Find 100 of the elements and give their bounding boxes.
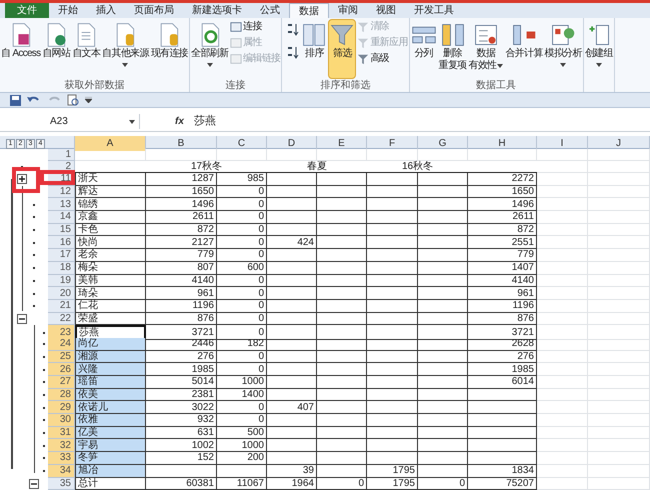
table-cell: 2446	[146, 338, 217, 351]
ribbon-button[interactable]: 自 Access	[0, 19, 42, 79]
table-cell	[468, 439, 537, 452]
expand-button[interactable]	[17, 174, 27, 184]
ribbon-button[interactable]: 模拟分析	[544, 19, 583, 79]
row-header[interactable]: 15	[48, 224, 75, 236]
table-cell	[537, 439, 588, 452]
name-box[interactable]: A23	[0, 114, 140, 129]
row-header[interactable]: 30	[48, 414, 75, 427]
column-header[interactable]: C	[217, 136, 267, 151]
row-header[interactable]: 31	[48, 426, 75, 440]
row-header[interactable]: 16	[48, 236, 75, 250]
table-cell	[367, 300, 418, 313]
table-cell: 2611	[468, 211, 537, 224]
row-header[interactable]: 28	[48, 388, 75, 402]
ribbon-button[interactable]: 连接	[229, 19, 282, 34]
row-header[interactable]: 25	[48, 350, 75, 364]
table-cell	[267, 249, 317, 262]
customize-caret-icon[interactable]	[85, 97, 92, 103]
column-header[interactable]: F	[367, 136, 418, 151]
ribbon-button[interactable]: 数据 有效性	[467, 19, 504, 79]
ribbon-button[interactable]: 筛选	[328, 19, 356, 79]
ribbon-button[interactable]: 排序	[300, 19, 328, 79]
row-header[interactable]: 32	[48, 439, 75, 452]
ribbon-tab[interactable]: 审阅	[329, 3, 367, 18]
ribbon-button[interactable]: 分列	[410, 19, 438, 79]
table-cell	[588, 236, 650, 250]
column-header[interactable]: B	[146, 136, 217, 151]
ribbon-tab[interactable]: 视图	[367, 3, 405, 18]
table-cell	[588, 224, 650, 236]
ribbon-button[interactable]: 自其他来源	[101, 19, 150, 79]
save-icon[interactable]	[10, 94, 21, 106]
table-cell	[367, 401, 418, 414]
row-header[interactable]: 35	[48, 478, 75, 490]
table-cell: 梅朵	[75, 262, 146, 274]
collapse-button[interactable]	[17, 314, 27, 324]
row-header[interactable]: 27	[48, 376, 75, 389]
table-cell: 1650	[146, 186, 217, 198]
ribbon-tab[interactable]: 页面布局	[125, 3, 183, 18]
column-header[interactable]: D	[267, 136, 317, 151]
table-cell: 依雅	[75, 414, 146, 427]
file-tab[interactable]: 文件	[5, 3, 49, 18]
row-header[interactable]: 29	[48, 401, 75, 414]
table-cell	[537, 249, 588, 262]
ribbon-tab[interactable]: 插入	[87, 3, 125, 18]
table-cell: 1964	[267, 478, 317, 490]
column-header[interactable]: I	[537, 136, 588, 151]
column-header[interactable]: J	[588, 136, 650, 151]
row-header[interactable]: 17	[48, 249, 75, 262]
row-header[interactable]: 14	[48, 211, 75, 224]
collapse-button[interactable]	[29, 478, 39, 489]
column-header[interactable]: H	[468, 136, 537, 151]
table-cell: 500	[217, 426, 267, 440]
column-header[interactable]: E	[317, 136, 367, 151]
ribbon-button[interactable]: 合并计算	[504, 19, 544, 79]
row-header[interactable]: 22	[48, 312, 75, 326]
row-header[interactable]: 12	[48, 186, 75, 198]
ribbon-tab[interactable]: 数据	[289, 3, 329, 18]
table-cell: 276	[468, 350, 537, 364]
ribbon-button[interactable]: 高级	[356, 51, 409, 66]
ribbon-tab[interactable]: 新建选项卡	[183, 3, 251, 18]
table-cell: 2611	[146, 211, 217, 224]
print-preview-icon[interactable]	[67, 94, 79, 106]
ribbon-button[interactable]: 删除 重复项	[438, 19, 468, 79]
table-cell: 0	[217, 414, 267, 427]
ribbon-tab[interactable]: 开发工具	[405, 3, 463, 18]
funnel-icon	[357, 52, 370, 64]
fx-label[interactable]: fx	[175, 114, 184, 129]
row-header[interactable]: 26	[48, 363, 75, 376]
formula-field[interactable]: 莎燕	[194, 114, 650, 129]
table-cell	[418, 350, 468, 364]
table-cell	[418, 236, 468, 250]
table-cell: 0	[217, 224, 267, 236]
row-header[interactable]: 20	[48, 287, 75, 300]
row-header[interactable]: 1	[48, 149, 75, 161]
row-header[interactable]: 21	[48, 300, 75, 313]
row-header[interactable]: 19	[48, 274, 75, 288]
column-header[interactable]: A	[75, 136, 146, 151]
ribbon-button[interactable]: 自文本	[71, 19, 102, 79]
table-cell	[537, 426, 588, 440]
table-cell: 美韩	[75, 274, 146, 288]
row-header[interactable]: 24	[48, 338, 75, 351]
ribbon-button[interactable]: 现有连接	[150, 19, 189, 79]
table-cell: 961	[146, 287, 217, 300]
table-cell: 宇易	[75, 439, 146, 452]
row-header[interactable]: 34	[48, 464, 75, 478]
ribbon-button[interactable]: 全部刷新	[190, 19, 230, 79]
minus-icon	[19, 318, 25, 320]
table-cell: 依美	[75, 388, 146, 402]
ribbon-button[interactable]: 自网站	[41, 19, 72, 79]
row-header[interactable]: 33	[48, 452, 75, 465]
column-header[interactable]: G	[418, 136, 468, 151]
ribbon-tab[interactable]: 开始	[49, 3, 87, 18]
ribbon-button[interactable]: 创建组	[584, 19, 614, 79]
minus-icon	[31, 482, 37, 485]
row-header[interactable]: 13	[48, 198, 75, 212]
ribbon-tab[interactable]: 公式	[251, 3, 289, 18]
row-header[interactable]: 18	[48, 262, 75, 274]
table-cell: 兴隆	[75, 363, 146, 376]
table-cell	[367, 426, 418, 440]
